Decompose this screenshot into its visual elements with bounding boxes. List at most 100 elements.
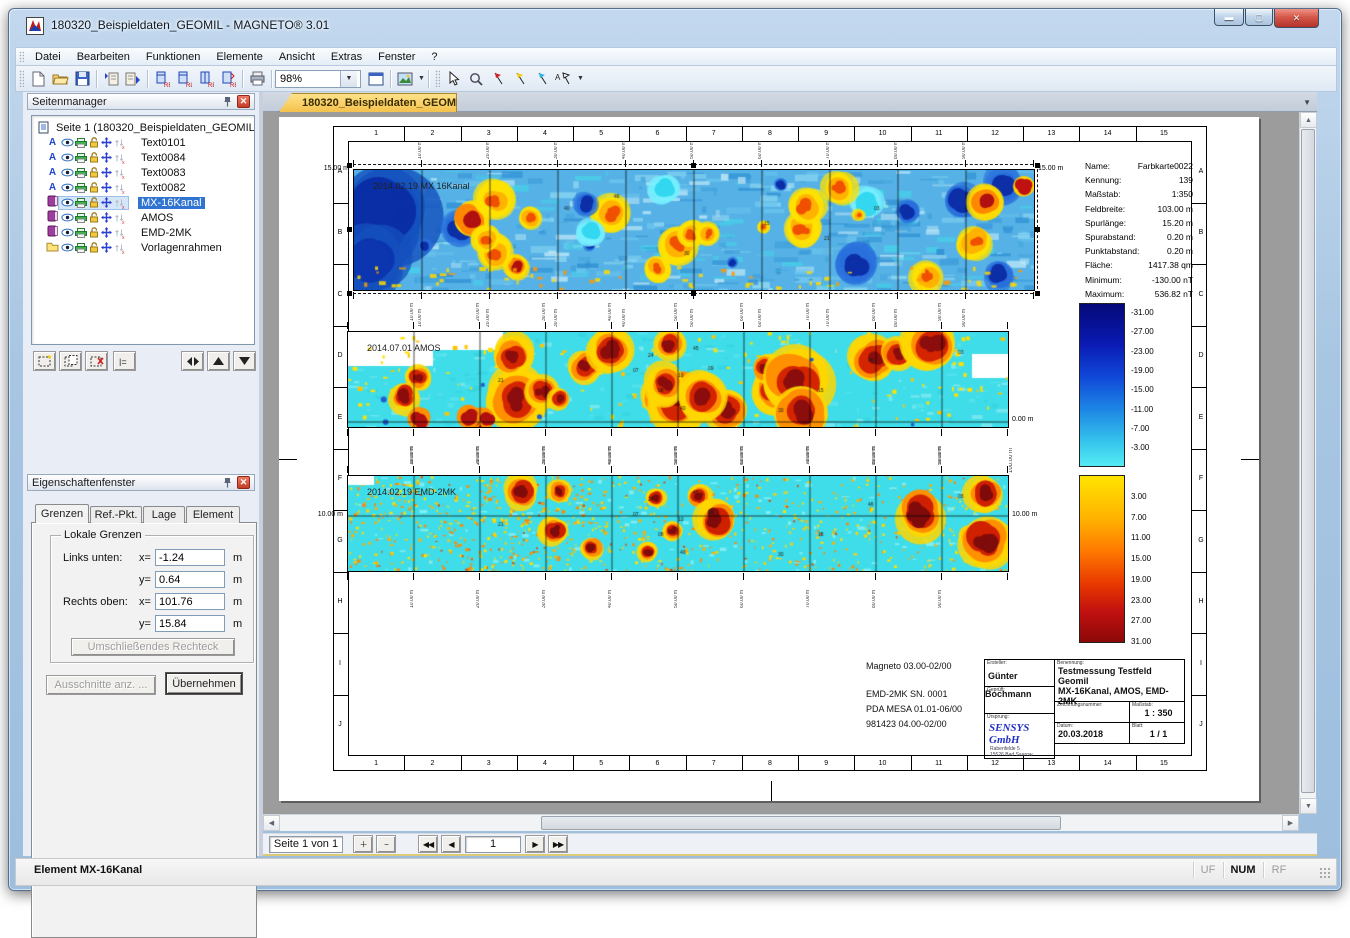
selection-handle[interactable] — [347, 291, 352, 296]
selection-handle[interactable] — [1035, 227, 1040, 232]
save-icon[interactable] — [71, 68, 93, 90]
tree-item-vorlagenrahmen[interactable]: xVorlagenrahmen — [32, 240, 254, 255]
x2-input[interactable] — [155, 593, 225, 610]
open-file-icon[interactable] — [49, 68, 71, 90]
tree-root-page[interactable]: Seite 1 (180320_Beispieldaten_GEOMIL) — [32, 120, 254, 135]
move-icon[interactable] — [100, 242, 113, 253]
x1-input[interactable] — [155, 549, 225, 566]
import-element-icon[interactable] — [100, 68, 122, 90]
maximize-button[interactable]: ▢ — [1245, 9, 1273, 26]
selection-marquee[interactable] — [348, 164, 1038, 294]
add-page-button[interactable]: ＋ — [353, 835, 373, 853]
lock-icon[interactable] — [87, 137, 100, 148]
export-element-icon[interactable] — [122, 68, 144, 90]
y2-input[interactable] — [155, 615, 225, 632]
menu-?[interactable]: ? — [423, 49, 445, 65]
reorder-icon[interactable]: x — [113, 152, 126, 164]
visible-eye-icon[interactable] — [61, 168, 74, 177]
visible-eye-icon[interactable] — [61, 213, 74, 222]
delete-area-button[interactable] — [85, 351, 108, 371]
reorder-icon[interactable]: x — [113, 212, 126, 224]
lock-icon[interactable] — [87, 197, 100, 208]
zoom-input[interactable] — [276, 71, 340, 87]
heatmap-2[interactable] — [347, 331, 1009, 428]
vertical-scroll-thumb[interactable] — [1301, 129, 1315, 793]
move-icon[interactable] — [100, 227, 113, 238]
selection-handle[interactable] — [347, 163, 352, 168]
flags-dropdown-icon[interactable]: ▼ — [577, 75, 584, 82]
tab-grenzen[interactable]: Grenzen — [35, 504, 89, 523]
tab-element[interactable]: Element — [186, 506, 240, 523]
tree-item-text0101[interactable]: AxText0101 — [32, 135, 254, 150]
title-bar[interactable]: 180320_Beispieldaten_GEOMIL - MAGNETO® 3… — [9, 9, 1341, 43]
flag-red-icon[interactable] — [487, 68, 509, 90]
lock-icon[interactable] — [87, 152, 100, 163]
apply-button[interactable]: Übernehmen — [166, 673, 242, 694]
tree-item-text0082[interactable]: AxText0082 — [32, 180, 254, 195]
move-icon[interactable] — [100, 182, 113, 193]
column-tool-icon-2[interactable]: RL — [173, 68, 195, 90]
print-enabled-icon[interactable] — [74, 138, 87, 148]
selection-handle[interactable] — [347, 227, 352, 232]
prev-page-button[interactable]: ◀ — [441, 835, 461, 853]
selection-handle[interactable] — [691, 163, 696, 168]
select-cursor-icon[interactable] — [443, 68, 465, 90]
page-manager-header[interactable]: Seitenmanager ✕ — [27, 93, 255, 110]
reorder-icon[interactable]: x — [113, 182, 126, 194]
remove-page-button[interactable]: − — [376, 835, 396, 853]
move-icon[interactable] — [100, 152, 113, 163]
tree-item-emd-2mk[interactable]: xEMD-2MK — [32, 225, 254, 240]
copy-area-button[interactable] — [59, 351, 82, 371]
move-icon[interactable] — [100, 212, 113, 223]
zoom-lens-icon[interactable] — [465, 68, 487, 90]
properties-header[interactable]: Eigenschaftenfenster ✕ — [27, 474, 255, 491]
lock-icon[interactable] — [87, 167, 100, 178]
flag-cyan-icon[interactable] — [531, 68, 553, 90]
scroll-right-icon[interactable]: ▶ — [1282, 815, 1299, 831]
flag-label-icon[interactable]: A — [553, 68, 575, 90]
vertical-scrollbar[interactable]: ▲ ▼ — [1299, 112, 1316, 814]
drawing-canvas-background[interactable]: 1122334455667788991010111112121313141415… — [263, 112, 1299, 814]
print-icon[interactable] — [246, 68, 268, 90]
tab-lage[interactable]: Lage — [143, 506, 185, 523]
move-icon[interactable] — [100, 167, 113, 178]
tree-item-amos[interactable]: xAMOS — [32, 210, 254, 225]
visible-eye-icon[interactable] — [61, 138, 74, 147]
close-button[interactable]: ✕ — [1274, 9, 1319, 28]
new-area-button[interactable] — [33, 351, 56, 371]
enclosing-rect-button[interactable]: Umschließendes Rechteck — [71, 638, 235, 656]
last-page-button[interactable]: ▶▶ — [548, 835, 568, 853]
menu-extras[interactable]: Extras — [323, 49, 370, 65]
lock-icon[interactable] — [87, 182, 100, 193]
reorder-icon[interactable]: x — [113, 227, 126, 239]
next-page-button[interactable]: ▶ — [525, 835, 545, 853]
menu-funktionen[interactable]: Funktionen — [138, 49, 208, 65]
move-up-button[interactable] — [207, 351, 230, 371]
visible-eye-icon[interactable] — [61, 243, 74, 252]
selection-handle[interactable] — [1035, 291, 1040, 296]
horizontal-scroll-thumb[interactable] — [541, 816, 1061, 830]
zoom-dropdown-icon[interactable]: ▼ — [340, 71, 357, 87]
print-enabled-icon[interactable] — [74, 213, 87, 223]
scroll-left-icon[interactable]: ◀ — [263, 815, 280, 831]
menu-datei[interactable]: Datei — [27, 49, 69, 65]
align-button[interactable]: |= — [113, 351, 136, 371]
excerpts-button[interactable]: Ausschnitte anz. ... — [46, 675, 156, 695]
selection-handle[interactable] — [1035, 163, 1040, 168]
menu-fenster[interactable]: Fenster — [370, 49, 423, 65]
column-tool-icon-4[interactable]: RB — [217, 68, 239, 90]
column-tool-icon-3[interactable]: RB — [195, 68, 217, 90]
print-enabled-icon[interactable] — [74, 168, 87, 178]
menu-elemente[interactable]: Elemente — [208, 49, 270, 65]
scroll-down-icon[interactable]: ▼ — [1300, 798, 1317, 814]
column-tool-icon-1[interactable]: RB — [151, 68, 173, 90]
tree-item-text0083[interactable]: AxText0083 — [32, 165, 254, 180]
y1-input[interactable] — [155, 571, 225, 588]
move-icon[interactable] — [100, 137, 113, 148]
drawing-page[interactable]: 1122334455667788991010111112121313141415… — [279, 117, 1259, 801]
reorder-icon[interactable]: x — [113, 137, 126, 149]
visible-eye-icon[interactable] — [61, 153, 74, 162]
pin-icon[interactable] — [222, 96, 233, 108]
first-page-button[interactable]: ◀◀ — [418, 835, 438, 853]
minimize-button[interactable]: ▬ — [1214, 9, 1244, 26]
